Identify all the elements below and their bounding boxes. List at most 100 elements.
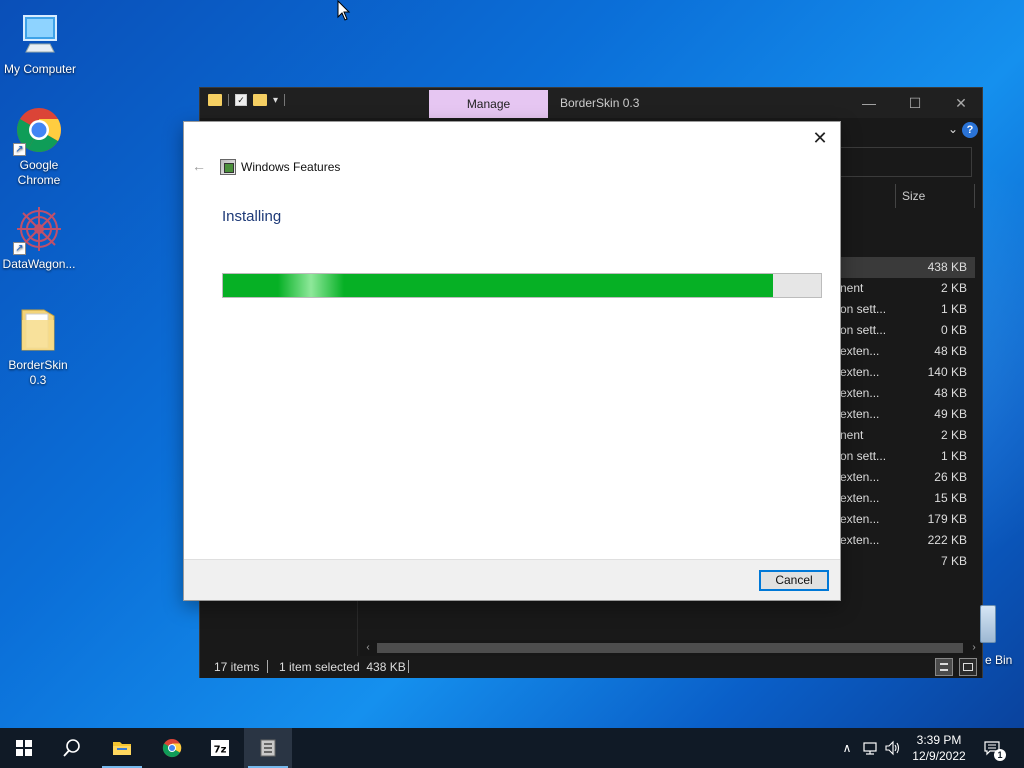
taskbar-7zip[interactable]: 7z — [196, 728, 244, 768]
taskbar-windows-features[interactable] — [244, 728, 292, 768]
file-size-cell: 222 KB — [927, 533, 967, 547]
properties-icon[interactable]: ✓ — [235, 94, 247, 106]
file-size-cell: 7 KB — [940, 554, 967, 568]
file-size-cell: 179 KB — [927, 512, 967, 526]
table-row[interactable]: nent 2 KB — [840, 425, 975, 446]
clock-date: 12/9/2022 — [912, 749, 966, 763]
file-list: 438 KB nent 2 KB on sett... 1 KB on sett... 0 … — [840, 257, 975, 572]
desktop-icon-label: Google Chrome — [17, 158, 61, 187]
file-size-cell: 15 KB — [934, 491, 967, 505]
chevron-up-icon[interactable]: ∧ — [839, 740, 855, 756]
search-button[interactable] — [48, 728, 96, 768]
7zip-icon: 7z — [211, 740, 229, 756]
file-type-cell: exten... — [840, 344, 880, 358]
horizontal-scrollbar[interactable]: ‹ › — [360, 640, 982, 656]
details-view-icon — [940, 663, 948, 671]
svg-text:7z: 7z — [214, 745, 227, 756]
table-row[interactable]: exten... 140 KB — [840, 362, 975, 383]
file-type-cell: exten... — [840, 407, 880, 421]
column-header: Size — [840, 184, 980, 208]
start-button[interactable] — [0, 728, 48, 768]
separator — [228, 94, 229, 106]
search-icon — [63, 739, 80, 757]
file-type-cell: exten... — [840, 533, 880, 547]
desktop-icon-label: DataWagon... — [2, 257, 76, 271]
table-row[interactable]: exten... 49 KB — [840, 404, 975, 425]
table-row[interactable]: exten... 26 KB — [840, 467, 975, 488]
cancel-button[interactable]: Cancel — [759, 570, 829, 591]
help-icon[interactable]: ? — [962, 122, 978, 138]
column-header-size[interactable]: Size — [902, 189, 925, 203]
table-row[interactable]: on sett... 1 KB — [840, 299, 975, 320]
scrollbar-thumb[interactable] — [377, 643, 963, 653]
new-folder-icon[interactable] — [253, 94, 267, 106]
progress-fill — [223, 274, 773, 297]
minimize-button[interactable]: — — [846, 88, 892, 118]
table-row[interactable]: exten... 179 KB — [840, 509, 975, 530]
recycle-bin-icon[interactable] — [980, 605, 996, 643]
chevron-down-icon[interactable]: ⌄ — [948, 122, 958, 136]
table-row[interactable]: exten... 48 KB — [840, 383, 975, 404]
system-clock[interactable]: 3:39 PM 12/9/2022 — [904, 732, 974, 764]
table-row[interactable]: exten... 222 KB — [840, 530, 975, 551]
desktop-icon-google-chrome[interactable]: ↗ Google Chrome — [0, 106, 79, 188]
table-row[interactable]: nent 2 KB — [840, 278, 975, 299]
search-box[interactable] — [840, 147, 972, 177]
table-row[interactable]: on sett... 0 KB — [840, 320, 975, 341]
table-row[interactable]: 438 KB — [840, 257, 975, 278]
chrome-icon: ↗ — [13, 106, 63, 156]
column-separator[interactable] — [895, 184, 896, 208]
table-row[interactable]: 7 KB — [840, 551, 975, 572]
mouse-cursor-icon — [337, 0, 351, 21]
file-type-cell: on sett... — [840, 449, 887, 463]
file-type-cell: nent — [840, 281, 864, 295]
desktop-icon-datawagon[interactable]: ↗ DataWagon... — [0, 205, 79, 272]
column-separator[interactable] — [974, 184, 975, 208]
scroll-left-icon[interactable]: ‹ — [360, 640, 376, 656]
dialog-heading: Installing — [222, 208, 282, 225]
file-size-cell: 140 KB — [927, 365, 967, 379]
taskbar-chrome[interactable] — [148, 728, 196, 768]
file-size-cell: 26 KB — [934, 470, 967, 484]
tab-manage[interactable]: Manage — [429, 90, 548, 118]
explorer-titlebar[interactable]: ✓ ▾ Manage BorderSkin 0.3 — ☐ ✕ — [200, 88, 982, 118]
desktop-icon-borderskin[interactable]: BorderSkin 0.3 — [0, 306, 78, 388]
clock-time: 3:39 PM — [916, 733, 962, 747]
item-count: 17 items — [214, 660, 260, 674]
folder-mini-icon[interactable] — [208, 94, 222, 106]
close-button[interactable]: ✕ — [938, 88, 984, 118]
table-row[interactable]: on sett... 1 KB — [840, 446, 975, 467]
taskbar: 7z ∧ 3:39 PM 12/9/2022 1 — [0, 728, 1024, 768]
file-type-cell: exten... — [840, 470, 880, 484]
separator — [284, 94, 286, 106]
desktop-icon-my-computer[interactable]: My Computer — [0, 10, 80, 77]
desktop-icon-label: BorderSkin 0.3 — [8, 358, 68, 387]
close-icon[interactable]: ✕ — [808, 126, 832, 150]
file-size-cell: 1 KB — [940, 449, 967, 463]
file-size-cell: 49 KB — [934, 407, 967, 421]
back-arrow-icon[interactable]: ← — [192, 158, 206, 174]
file-size-cell: 1 KB — [940, 302, 967, 316]
large-icons-view-button[interactable] — [959, 658, 977, 676]
separator — [408, 660, 409, 673]
customize-toolbar-icon[interactable]: ▾ — [273, 95, 278, 106]
maximize-button[interactable]: ☐ — [892, 88, 938, 118]
table-row[interactable]: exten... 48 KB — [840, 341, 975, 362]
selection-info: 1 item selected 438 KB — [279, 660, 406, 674]
file-size-cell: 0 KB — [940, 323, 967, 337]
file-size-cell: 2 KB — [940, 281, 967, 295]
datawagon-icon: ↗ — [13, 205, 63, 255]
volume-icon[interactable] — [884, 740, 900, 756]
progress-bar — [222, 273, 822, 298]
window-title: BorderSkin 0.3 — [560, 96, 640, 110]
file-type-cell: on sett... — [840, 302, 887, 316]
desktop-icon-recycle-bin-label[interactable]: e Bin — [985, 653, 1012, 667]
file-size-cell: 2 KB — [940, 428, 967, 442]
table-row[interactable]: exten... 15 KB — [840, 488, 975, 509]
network-icon[interactable] — [862, 740, 878, 756]
file-type-cell: exten... — [840, 386, 880, 400]
taskbar-file-explorer[interactable] — [98, 728, 146, 768]
windows-features-dialog[interactable]: ✕ ← Windows Features Installing Cancel — [183, 121, 841, 601]
details-view-button[interactable] — [935, 658, 953, 676]
dialog-app-title: Windows Features — [241, 160, 341, 174]
